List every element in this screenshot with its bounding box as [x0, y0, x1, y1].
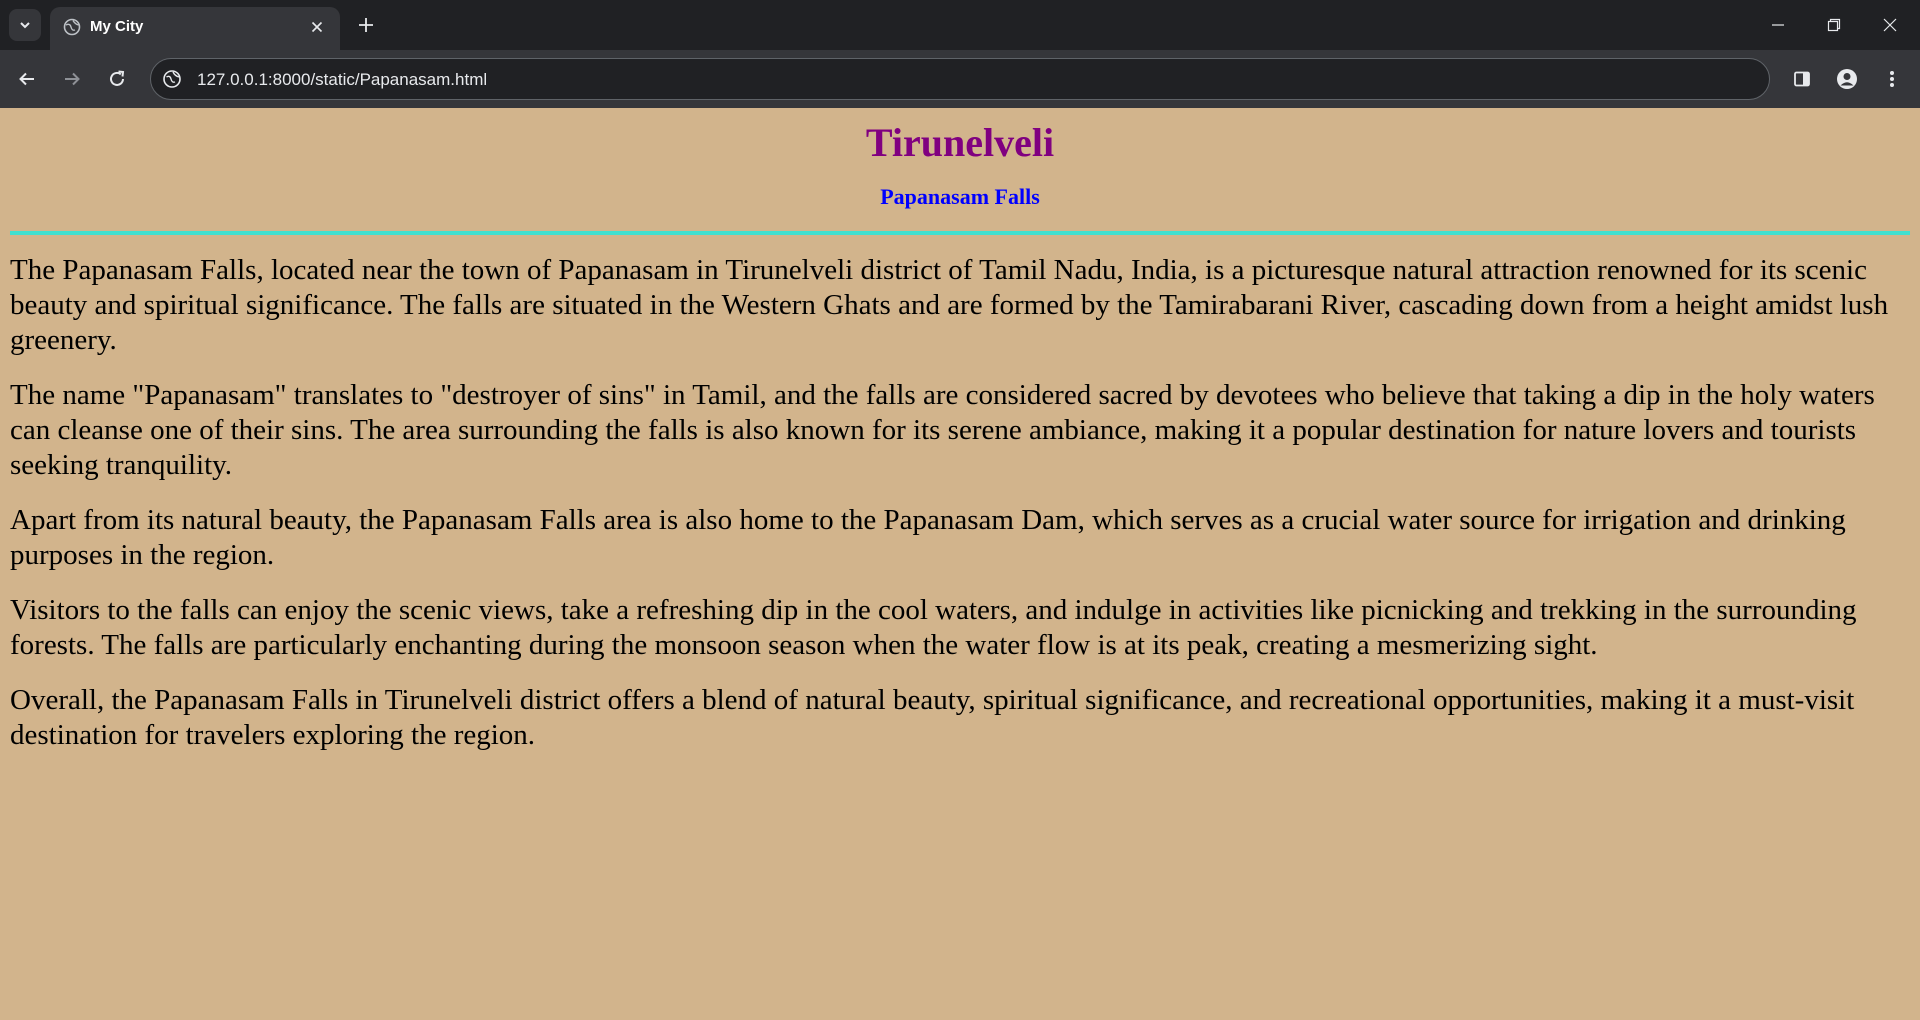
- page-subtitle: Papanasam Falls: [880, 184, 1040, 209]
- browser-tab-strip: My City: [0, 0, 1920, 50]
- forward-arrow-icon: [65, 72, 80, 86]
- browser-menu-button[interactable]: [1876, 63, 1908, 95]
- restore-button[interactable]: [1806, 0, 1862, 50]
- profile-button[interactable]: [1831, 63, 1863, 95]
- browser-tab[interactable]: My City: [50, 7, 340, 50]
- more-vert-icon: [1890, 71, 1894, 87]
- side-panel-button[interactable]: [1786, 63, 1818, 95]
- divider: [10, 231, 1910, 235]
- address-bar[interactable]: 127.0.0.1:8000/static/Papanasam.html: [150, 58, 1770, 100]
- tab-close-button[interactable]: [306, 16, 328, 38]
- reload-button[interactable]: [101, 63, 133, 95]
- reload-icon: [110, 70, 125, 86]
- close-window-button[interactable]: [1862, 0, 1918, 50]
- back-arrow-icon: [19, 72, 34, 86]
- paragraph-1: The Papanasam Falls, located near the to…: [10, 254, 1889, 356]
- site-info-icon[interactable]: [162, 69, 182, 89]
- tab-title: My City: [90, 18, 144, 35]
- back-button[interactable]: [11, 63, 43, 95]
- browser-toolbar: 127.0.0.1:8000/static/Papanasam.html: [0, 50, 1920, 108]
- page-title: Tirunelveli: [865, 120, 1055, 165]
- tab-search-button[interactable]: [9, 9, 41, 41]
- minimize-button[interactable]: [1750, 0, 1806, 50]
- chevron-down-icon: [20, 22, 30, 29]
- close-icon: [311, 21, 323, 33]
- profile-icon: [1837, 69, 1857, 89]
- page-content: Tirunelveli Papanasam Falls The Papanasa…: [0, 108, 1920, 1020]
- paragraph-4: Visitors to the falls can enjoy the scen…: [10, 594, 1857, 661]
- side-panel-icon: [1794, 71, 1810, 87]
- globe-icon: [63, 18, 81, 36]
- minimize-icon: [1772, 24, 1784, 26]
- forward-button[interactable]: [56, 63, 88, 95]
- new-tab-button[interactable]: [352, 11, 380, 39]
- paragraph-2: The name "Papanasam" translates to "dest…: [10, 379, 1875, 481]
- paragraph-5: Overall, the Papanasam Falls in Tirunelv…: [10, 684, 1855, 751]
- close-window-icon: [1883, 18, 1897, 32]
- plus-icon: [359, 18, 373, 32]
- paragraph-3: Apart from its natural beauty, the Papan…: [10, 504, 1846, 571]
- restore-icon: [1827, 18, 1841, 32]
- address-bar-url: 127.0.0.1:8000/static/Papanasam.html: [197, 70, 488, 89]
